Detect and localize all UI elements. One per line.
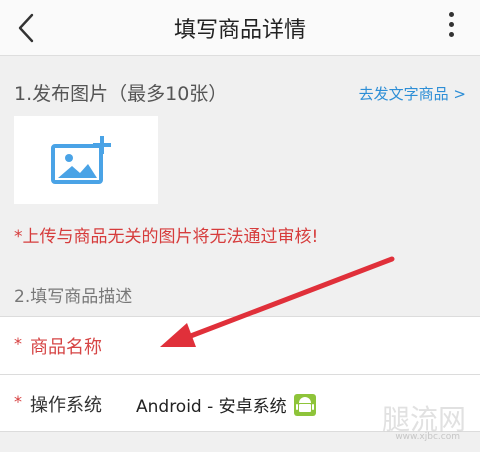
photos-section-label: 1.发布图片（最多10张） bbox=[14, 83, 228, 105]
post-text-item-link[interactable]: 去发文字商品 > bbox=[359, 83, 466, 104]
description-section-label: 2.填写商品描述 bbox=[14, 287, 133, 307]
more-vertical-icon bbox=[446, 12, 456, 37]
os-value: Android - 安卓系统 bbox=[136, 397, 287, 417]
product-name-field[interactable]: * 商品名称 bbox=[0, 316, 480, 374]
required-mark: * bbox=[14, 334, 22, 353]
required-mark: * bbox=[14, 392, 22, 411]
more-menu-button[interactable] bbox=[446, 12, 456, 44]
add-photo-button[interactable] bbox=[14, 116, 158, 204]
watermark-url: www.xjbc.com bbox=[395, 432, 460, 442]
add-image-icon bbox=[51, 136, 111, 184]
upload-warning: *上传与商品无关的图片将无法通过审核! bbox=[14, 227, 319, 247]
top-bar: 填写商品详情 bbox=[0, 0, 480, 56]
product-name-label: 商品名称 bbox=[30, 337, 102, 358]
page-title: 填写商品详情 bbox=[173, 18, 306, 43]
android-icon bbox=[294, 394, 316, 416]
screen: 填写商品详情 1.发布图片（最多10张） 去发文字商品 > *上传与商品无关的图… bbox=[0, 0, 480, 452]
os-label: 操作系统 bbox=[30, 395, 102, 416]
